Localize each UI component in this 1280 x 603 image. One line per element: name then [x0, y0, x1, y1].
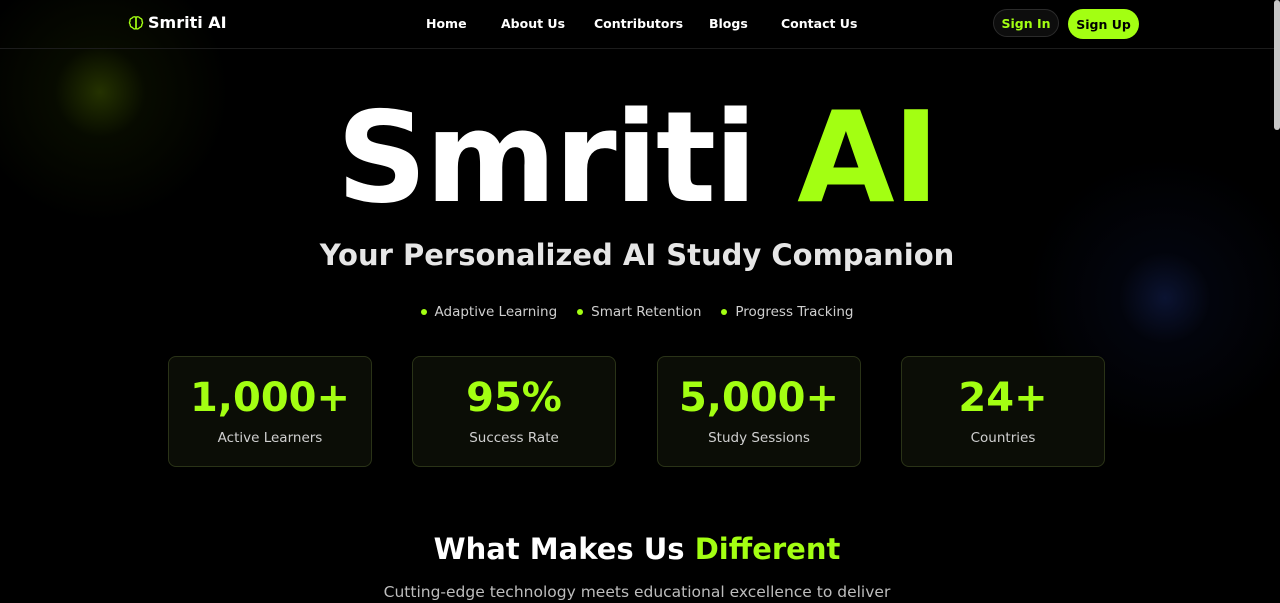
- feature-label: Adaptive Learning: [434, 304, 558, 320]
- page: Smriti AI Home About Us Contributors Blo…: [0, 0, 1280, 603]
- stat-label: Countries: [970, 430, 1036, 446]
- nav-link-contributors[interactable]: Contributors: [594, 16, 683, 31]
- feature-item: Adaptive Learning: [420, 304, 558, 320]
- logo[interactable]: Smriti AI: [128, 13, 227, 32]
- sign-in-button[interactable]: Sign In: [993, 9, 1059, 37]
- section-title-part1: What Makes Us: [433, 532, 685, 566]
- section-title: What Makes Us Different: [0, 532, 1274, 566]
- hero-title-part2: AI: [797, 84, 939, 231]
- feature-item: Smart Retention: [577, 304, 701, 320]
- hero-subtitle: Your Personalized AI Study Companion: [319, 238, 955, 272]
- feature-item: Progress Tracking: [721, 304, 854, 320]
- stat-label: Study Sessions: [708, 430, 810, 446]
- bullet-dot-icon: [721, 309, 728, 315]
- site-header: Smriti AI Home About Us Contributors Blo…: [0, 0, 1274, 49]
- feature-list: Adaptive Learning Smart Retention Progre…: [0, 304, 1274, 320]
- nav-link-contact-us[interactable]: Contact Us: [781, 16, 857, 31]
- stat-card-study-sessions: 5,000+ Study Sessions: [657, 356, 861, 467]
- stat-card-countries: 24+ Countries: [901, 356, 1105, 467]
- stat-card-active-learners: 1,000+ Active Learners: [168, 356, 372, 467]
- stat-label: Success Rate: [469, 430, 559, 446]
- bullet-dot-icon: [577, 309, 584, 315]
- bullet-dot-icon: [420, 309, 427, 315]
- section-title-part2: Different: [694, 532, 841, 566]
- logo-text: Smriti AI: [148, 13, 227, 32]
- stat-value: 1,000+: [189, 375, 351, 421]
- section-description: Cutting-edge technology meets educationa…: [383, 583, 891, 601]
- stat-card-success-rate: 95% Success Rate: [412, 356, 616, 467]
- stat-value: 24+: [958, 375, 1048, 421]
- feature-label: Smart Retention: [591, 304, 702, 320]
- sign-up-button[interactable]: Sign Up: [1068, 9, 1139, 39]
- nav-link-blogs[interactable]: Blogs: [709, 16, 748, 31]
- hero-title: Smriti AI: [0, 88, 1274, 228]
- stat-value: 5,000+: [678, 375, 840, 421]
- stat-value: 95%: [466, 375, 562, 421]
- hero-title-part1: Smriti: [336, 84, 757, 231]
- scrollbar-thumb[interactable]: [1274, 0, 1280, 130]
- nav-link-about-us[interactable]: About Us: [501, 16, 565, 31]
- stat-label: Active Learners: [217, 430, 323, 446]
- brain-icon: [128, 15, 144, 31]
- feature-label: Progress Tracking: [735, 304, 854, 320]
- nav-link-home[interactable]: Home: [426, 16, 467, 31]
